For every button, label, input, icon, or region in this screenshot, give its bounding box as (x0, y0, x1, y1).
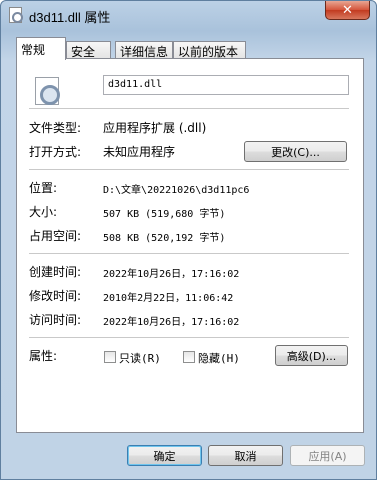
change-button[interactable]: 更改(C)... (244, 141, 347, 162)
size-on-disk-value: 508 KB (520,192 字节) (103, 233, 226, 244)
close-button[interactable]: ✕ (325, 1, 370, 20)
file-name-field[interactable]: d3d11.dll (103, 75, 349, 95)
created-value: 2022年10月26日，17:16:02 (103, 269, 240, 280)
separator (29, 253, 349, 254)
opens-with-label: 打开方式: (29, 145, 82, 159)
location-label: 位置: (29, 181, 58, 195)
size-on-disk-label: 占用空间: (29, 229, 82, 243)
accessed-value: 2022年10月26日，17:16:02 (103, 317, 240, 328)
advanced-button[interactable]: 高级(D)... (275, 345, 348, 366)
separator (29, 108, 349, 109)
size-label: 大小: (29, 205, 58, 219)
readonly-label[interactable]: 只读(R) (119, 350, 161, 366)
location-value: D:\文章\20221026\d3d11pc6 (103, 185, 250, 196)
file-type-value: 应用程序扩展 (.dll) (103, 121, 207, 135)
tab-security[interactable]: 安全 (66, 41, 111, 59)
file-type-label: 文件类型: (29, 121, 82, 135)
ok-button[interactable]: 确定 (127, 445, 202, 466)
window-title: d3d11.dll 属性 (29, 10, 111, 25)
cancel-button[interactable]: 取消 (208, 445, 283, 466)
hidden-checkbox[interactable] (183, 351, 195, 363)
tab-details[interactable]: 详细信息 (115, 41, 173, 59)
properties-window: d3d11.dll 属性 ✕ 常规 安全 详细信息 以前的版本 d3d11.dl… (0, 0, 377, 480)
title-bar[interactable]: d3d11.dll 属性 ✕ (1, 1, 376, 29)
attributes-label: 属性: (29, 349, 58, 363)
hidden-label[interactable]: 隐藏(H) (198, 350, 240, 366)
dll-file-gear-icon (35, 77, 60, 105)
opens-with-value: 未知应用程序 (103, 145, 176, 159)
separator (29, 169, 349, 170)
general-panel: d3d11.dll 文件类型: 应用程序扩展 (.dll) 打开方式: 未知应用… (16, 58, 364, 433)
modified-label: 修改时间: (29, 289, 82, 303)
tab-previous-versions[interactable]: 以前的版本 (173, 41, 246, 59)
created-label: 创建时间: (29, 265, 82, 279)
tab-strip: 常规 安全 详细信息 以前的版本 (16, 37, 366, 60)
separator (29, 337, 349, 338)
modified-value: 2010年2月22日，11:06:42 (103, 293, 234, 304)
accessed-label: 访问时间: (29, 313, 82, 327)
size-value: 507 KB (519,680 字节) (103, 209, 226, 220)
readonly-checkbox[interactable] (104, 351, 116, 363)
tab-general[interactable]: 常规 (16, 37, 66, 60)
apply-button[interactable]: 应用(A) (290, 445, 365, 466)
dll-file-icon (9, 7, 23, 23)
